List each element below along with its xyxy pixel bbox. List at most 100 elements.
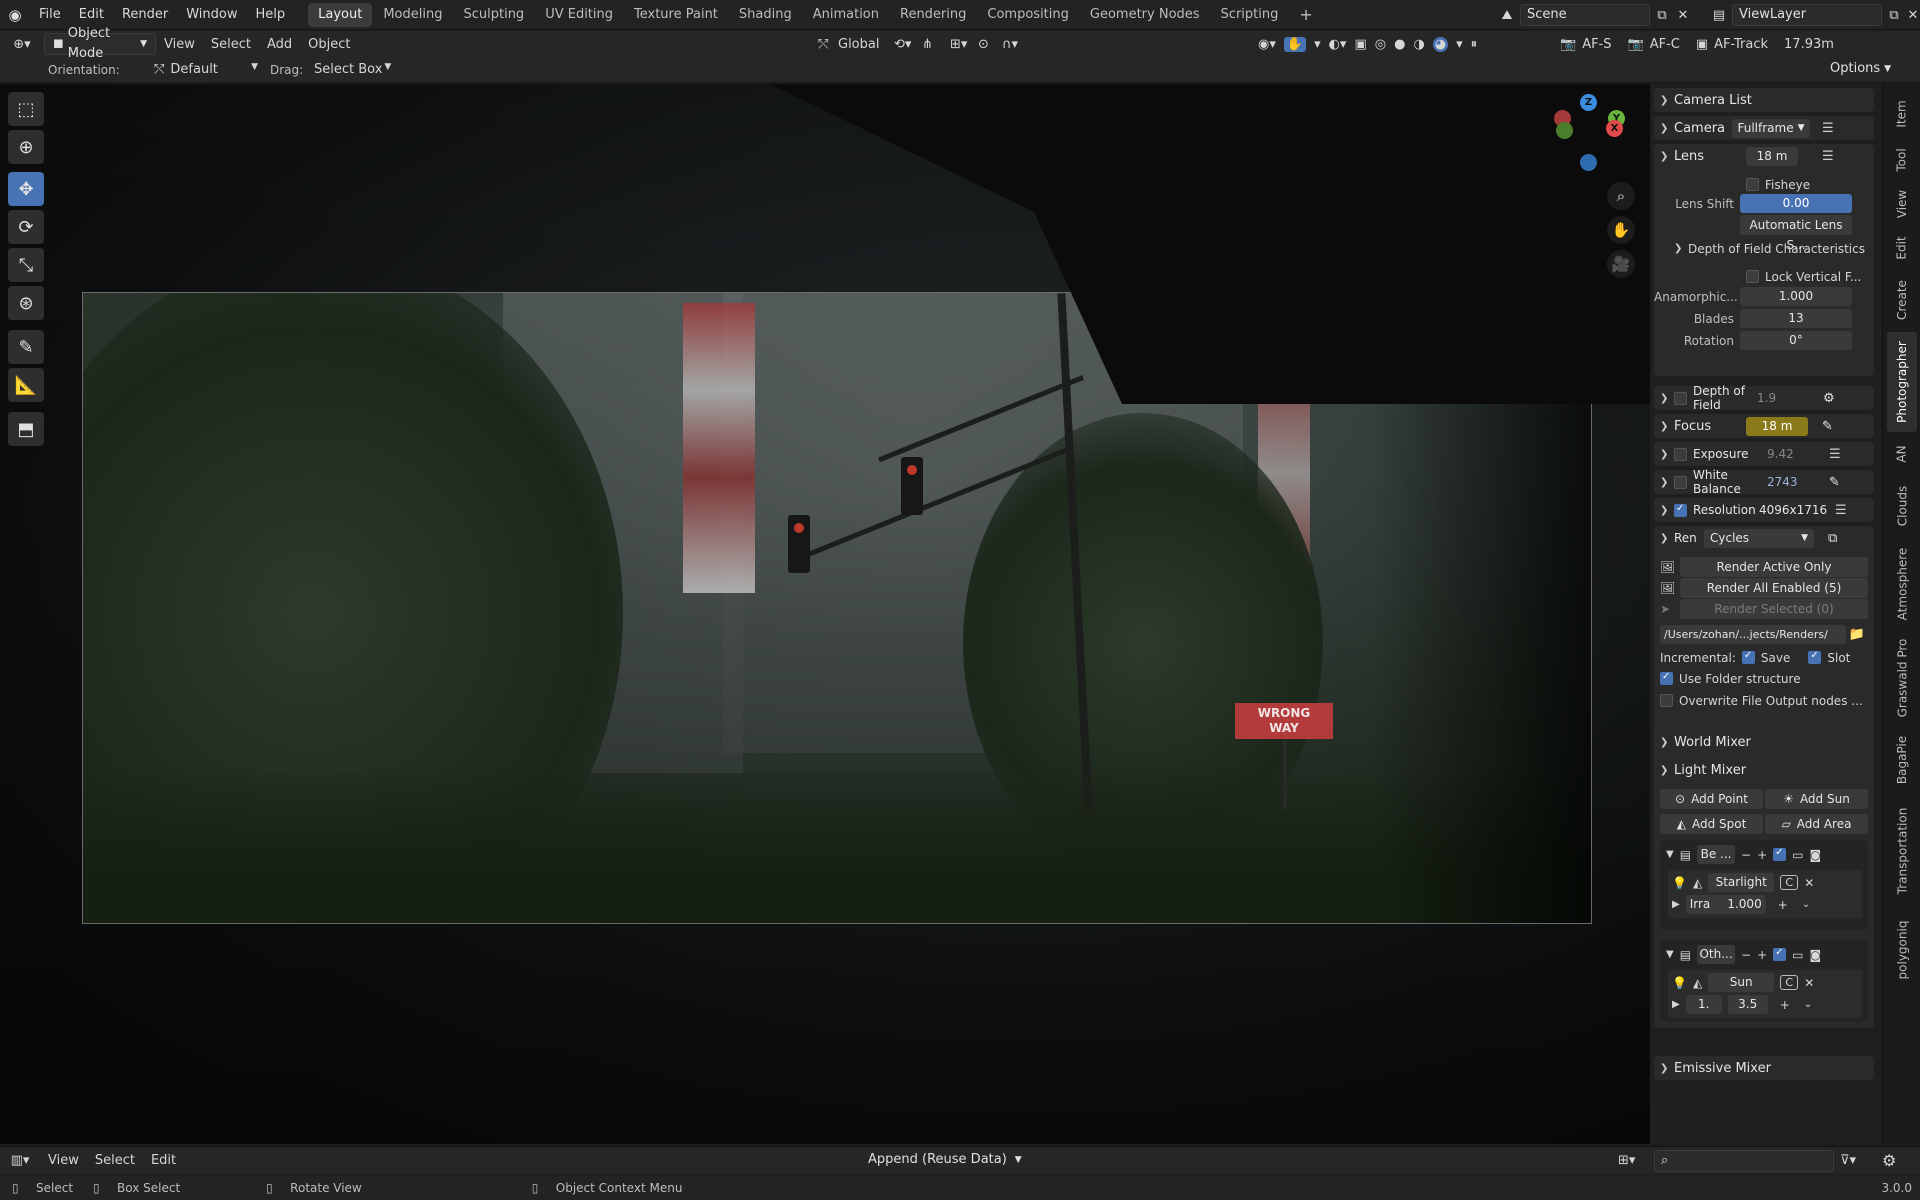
overwrite-file-output-checkbox[interactable] bbox=[1660, 694, 1673, 707]
dof-value[interactable]: 1.9 bbox=[1757, 391, 1809, 405]
view-layer-icon[interactable]: ▤ bbox=[1706, 8, 1732, 23]
solid-shading-icon[interactable]: ● bbox=[1394, 37, 1405, 52]
render-all-enabled-button[interactable]: Render All Enabled (5) bbox=[1680, 577, 1868, 598]
blades-field[interactable]: 13 bbox=[1740, 309, 1852, 328]
pivot-icon[interactable]: ⟲▾ bbox=[894, 37, 922, 52]
workspace-tab-animation[interactable]: Animation bbox=[803, 3, 889, 27]
gizmo-z-axis[interactable]: Z bbox=[1580, 94, 1597, 111]
rendered-shading-icon[interactable]: ◕ bbox=[1432, 36, 1449, 52]
dof-characteristics-title[interactable]: Depth of Field Characteristics bbox=[1688, 242, 1865, 256]
measure-tool[interactable]: 📐 bbox=[8, 368, 44, 402]
lens-shift-field[interactable]: 0.00 bbox=[1740, 194, 1852, 213]
plus-icon[interactable]: + bbox=[1778, 898, 1788, 912]
plus-icon[interactable]: + bbox=[1780, 998, 1790, 1012]
gizmo-x-axis[interactable]: X bbox=[1606, 120, 1623, 137]
asset-menu-view[interactable]: View bbox=[40, 1153, 87, 1168]
pause-render-icon[interactable]: ⏸ bbox=[1471, 37, 1478, 52]
dof-checkbox[interactable] bbox=[1674, 391, 1687, 405]
viewport-menu-select[interactable]: Select bbox=[203, 37, 259, 52]
collapse-triangle-icon[interactable]: ▼ bbox=[1666, 849, 1674, 860]
collection-enabled-checkbox[interactable] bbox=[1773, 847, 1787, 861]
list-icon[interactable]: ☰ bbox=[1822, 121, 1834, 136]
move-tool[interactable]: ✥ bbox=[8, 172, 44, 206]
fisheye-checkbox[interactable] bbox=[1746, 178, 1759, 191]
tab-item[interactable]: Item bbox=[1887, 92, 1917, 136]
render-title[interactable]: Ren bbox=[1674, 531, 1704, 545]
chevron-down-icon[interactable]: ❯ bbox=[1660, 765, 1674, 776]
workspace-tab-scripting[interactable]: Scripting bbox=[1211, 3, 1289, 27]
chevron-right-icon[interactable]: ❯ bbox=[1660, 505, 1674, 516]
import-method-dropdown[interactable]: Append (Reuse Data) ▼ bbox=[860, 1150, 1030, 1172]
list-icon[interactable]: ☰ bbox=[1835, 503, 1847, 518]
visibility-icon[interactable]: ◉▾ bbox=[1258, 37, 1276, 52]
chevron-down-icon[interactable]: ❯ bbox=[1660, 151, 1674, 162]
light-name-field[interactable]: Sun bbox=[1708, 973, 1775, 992]
mode-dropdown[interactable]: ◼ Object Mode ▼ bbox=[44, 26, 156, 61]
viewport-menu-object[interactable]: Object bbox=[300, 37, 358, 52]
shading-dropdown-icon[interactable]: ▾ bbox=[1456, 37, 1463, 52]
gear-icon[interactable]: ⚙ bbox=[1823, 391, 1835, 406]
anamorphic-field[interactable]: 1.000 bbox=[1740, 287, 1852, 306]
delete-view-layer-icon[interactable]: ✕ bbox=[1906, 8, 1920, 23]
chevron-down-icon[interactable]: ❯ bbox=[1674, 243, 1688, 254]
gizmo-neg-z-axis[interactable] bbox=[1580, 154, 1597, 171]
falloff-icon[interactable]: ∩▾ bbox=[1002, 37, 1030, 52]
plus-icon[interactable]: + bbox=[1757, 948, 1767, 962]
world-mixer-title[interactable]: World Mixer bbox=[1674, 735, 1751, 750]
eyedropper-icon[interactable]: ✎ bbox=[1829, 475, 1840, 490]
chevron-right-icon[interactable]: ❯ bbox=[1660, 1063, 1674, 1074]
folder-icon[interactable]: 📁 bbox=[1846, 627, 1868, 642]
navigation-gizmo[interactable]: Z Y X bbox=[1548, 94, 1628, 174]
add-point-button[interactable]: ⊙ Add Point bbox=[1660, 788, 1763, 809]
color-swatch-c[interactable]: C bbox=[1780, 975, 1799, 990]
dof-title[interactable]: Depth of Field bbox=[1693, 384, 1757, 412]
scale-tool[interactable]: ⤡ bbox=[8, 248, 44, 282]
tab-create[interactable]: Create bbox=[1887, 272, 1917, 328]
editor-type-icon[interactable]: ⊕▾ bbox=[0, 37, 44, 52]
chevron-down-icon[interactable]: ⌄ bbox=[1804, 999, 1812, 1010]
light-param-label-field[interactable]: 1. bbox=[1685, 995, 1722, 1014]
expand-triangle-icon[interactable]: ▶ bbox=[1672, 899, 1680, 910]
resolution-checkbox[interactable] bbox=[1674, 503, 1687, 517]
gizmo-dropdown-icon[interactable]: ▾ bbox=[1314, 37, 1321, 52]
camera-view-icon[interactable]: 🎥 bbox=[1607, 250, 1635, 278]
close-icon[interactable]: ✕ bbox=[1804, 976, 1814, 990]
camera-icon[interactable]: ◙ bbox=[1810, 848, 1822, 862]
close-icon[interactable]: ✕ bbox=[1804, 876, 1814, 890]
camera-icon[interactable]: ◙ bbox=[1810, 948, 1822, 962]
drag-dropdown[interactable]: Select Box ▼ bbox=[314, 62, 391, 77]
use-folder-structure-checkbox[interactable] bbox=[1660, 671, 1673, 685]
asset-menu-select[interactable]: Select bbox=[87, 1153, 143, 1168]
filter-icon[interactable]: ⊽▾ bbox=[1840, 1153, 1856, 1168]
select-box-tool[interactable]: ⬚ bbox=[8, 92, 44, 126]
snap-target-icon[interactable]: ⊞▾ bbox=[950, 37, 978, 52]
xray-icon[interactable]: ▣ bbox=[1354, 37, 1366, 52]
lens-title[interactable]: Lens bbox=[1674, 149, 1746, 164]
viewport-menu-view[interactable]: View bbox=[156, 37, 203, 52]
add-area-button[interactable]: ▱ Add Area bbox=[1765, 813, 1868, 834]
transform-tool[interactable]: ⊛ bbox=[8, 286, 44, 320]
resolution-title[interactable]: Resolution bbox=[1693, 503, 1759, 517]
gizmo-toggle-icon[interactable]: ✋ bbox=[1283, 36, 1307, 52]
collapse-triangle-icon[interactable]: ▼ bbox=[1666, 949, 1674, 960]
chevron-down-icon[interactable]: ❯ bbox=[1660, 533, 1674, 544]
focus-distance-field[interactable]: 18 m bbox=[1746, 416, 1808, 436]
camera-preset-dropdown[interactable]: Fullframe ▼ bbox=[1732, 118, 1810, 138]
af-track-button[interactable]: AF-Track bbox=[1714, 37, 1768, 52]
list-icon[interactable]: ☰ bbox=[1829, 447, 1841, 462]
tab-polygoniq[interactable]: polygoniq bbox=[1887, 910, 1917, 990]
cursor-tool[interactable]: ⊕ bbox=[8, 130, 44, 164]
monitor-icon[interactable]: ▭ bbox=[1792, 948, 1803, 962]
light-bulb-icon[interactable]: 💡 bbox=[1672, 976, 1687, 990]
list-icon[interactable]: ☰ bbox=[1822, 149, 1834, 164]
tab-edit[interactable]: Edit bbox=[1887, 228, 1917, 268]
plus-icon[interactable]: + bbox=[1757, 848, 1767, 862]
add-sun-button[interactable]: ☀ Add Sun bbox=[1765, 788, 1868, 809]
asset-menu-edit[interactable]: Edit bbox=[143, 1153, 184, 1168]
proportional-edit-icon[interactable]: ⊙ bbox=[978, 37, 1002, 52]
render-selected-button[interactable]: Render Selected (0) bbox=[1680, 598, 1868, 619]
orientation-dropdown[interactable]: ⤲ Default ▼ bbox=[154, 62, 258, 77]
monitor-icon[interactable]: ▭ bbox=[1792, 848, 1803, 862]
add-spot-button[interactable]: ◭ Add Spot bbox=[1660, 813, 1763, 834]
light-param-field[interactable]: Irra 1.000 bbox=[1685, 895, 1766, 914]
